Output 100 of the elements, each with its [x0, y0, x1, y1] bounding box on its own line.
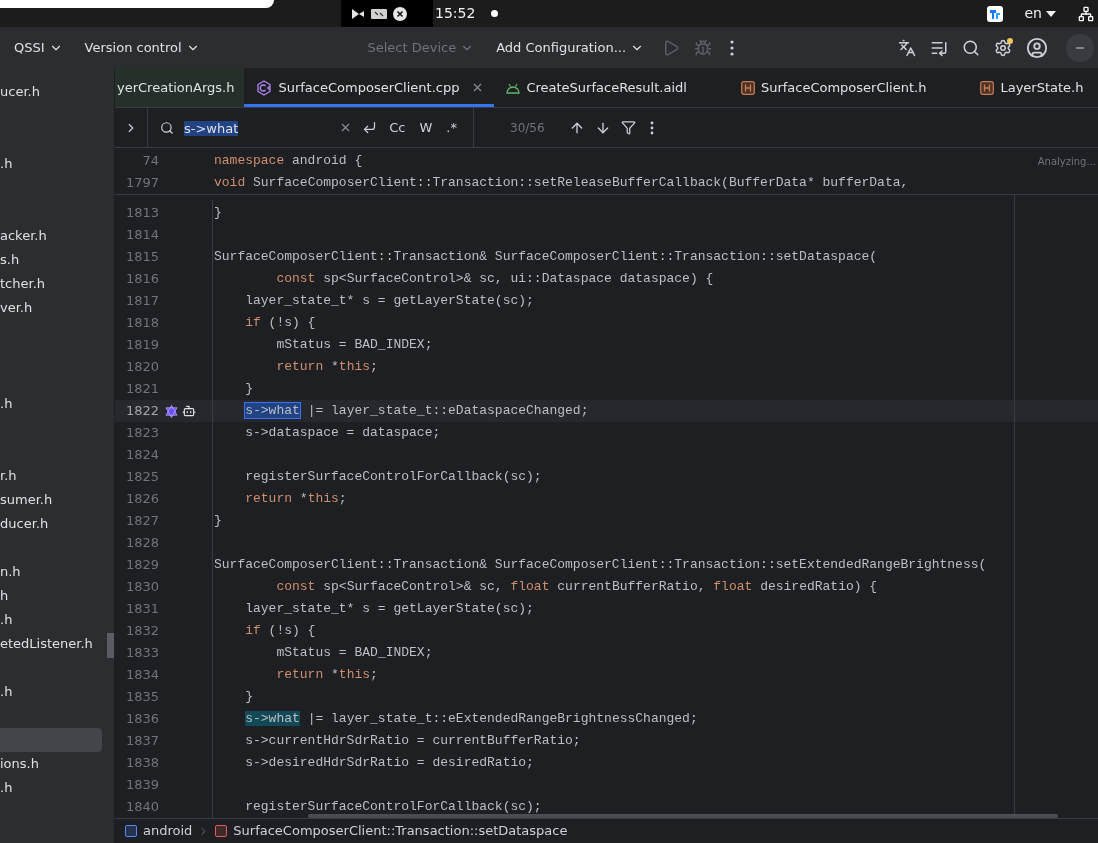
code-keyword: void — [214, 175, 246, 191]
editor-tab[interactable]: SurfaceComposerClient.cpp — [244, 68, 495, 107]
file-item[interactable]: etedListener.h — [0, 632, 93, 656]
file-item[interactable]: acker.h — [0, 224, 47, 248]
code-text: s->dataspace = dataspace; — [244, 425, 441, 441]
file-item[interactable]: sumer.h — [0, 488, 53, 512]
code-keyword: this — [307, 491, 339, 507]
code-keyword: float — [510, 579, 550, 595]
code-text: |= layer_state_t::eDataspaceChanged; — [306, 403, 589, 419]
app-icon[interactable] — [986, 5, 1003, 22]
code-text: desiredRatio) { — [759, 579, 878, 595]
star-icon[interactable] — [165, 404, 178, 418]
line-number: 1816 — [124, 270, 159, 289]
network-icon[interactable] — [1078, 5, 1094, 22]
breadcrumb-item[interactable]: SurfaceComposerClient::Transaction::setDataspace — [233, 821, 568, 841]
code-text: ; — [370, 667, 378, 683]
code-text: (!s) { — [267, 623, 316, 639]
code-text: (!s) { — [267, 315, 316, 331]
line-number: 1797 — [124, 174, 159, 193]
code-keyword: const — [275, 579, 316, 595]
file-item[interactable]: .h — [0, 152, 13, 176]
file-item[interactable]: .h — [0, 680, 13, 704]
line-number: 1834 — [124, 666, 159, 685]
file-item[interactable]: tcher.h — [0, 272, 45, 296]
code-keyword: const — [275, 271, 316, 287]
editor-tab[interactable]: CreateSurfaceResult.aidl — [494, 68, 729, 107]
line-number: 1826 — [124, 490, 159, 509]
code-text: mStatus = BAD_INDEX; — [275, 337, 433, 353]
close-icon[interactable] — [393, 6, 407, 21]
toolbar-menu[interactable]: Add Configuration... — [488, 32, 653, 63]
function-icon — [215, 825, 228, 837]
toolbar-menu[interactable]: QSSI — [6, 32, 71, 63]
newline-icon[interactable] — [362, 120, 378, 135]
code-text: SurfaceComposerClient::Transaction& SurfaceComposerClient::Transaction::setDataspace( — [214, 249, 878, 265]
file-item[interactable]: .h — [0, 608, 13, 632]
code-text: } — [214, 205, 222, 221]
code-text: } — [214, 513, 222, 529]
line-number: 1827 — [124, 512, 159, 531]
code-text: registerSurfaceControlForCallback(sc); — [244, 469, 542, 485]
line-number: 1820 — [124, 358, 159, 377]
search-icon — [160, 120, 174, 135]
file-item[interactable]: ucer.h — [0, 80, 40, 104]
line-number: 1817 — [124, 292, 159, 311]
code-text: android { — [291, 153, 363, 169]
file-item[interactable]: n.h — [0, 560, 21, 584]
horizontal-scrollbar[interactable] — [308, 814, 1058, 818]
code-text: * — [330, 667, 339, 683]
file-item[interactable]: ver.h — [0, 296, 33, 320]
code-text: SurfaceComposerClient::Transaction& SurfaceComposerClient::Transaction::setExtendedRangeBrightness( — [214, 557, 987, 573]
line-number: 1821 — [124, 380, 159, 399]
assistant-icon[interactable] — [182, 404, 196, 418]
code-keyword: this — [338, 667, 371, 683]
file-item[interactable]: h — [0, 584, 9, 608]
file-item[interactable]: r.h — [0, 464, 17, 488]
screen-icon — [371, 8, 387, 19]
file-item[interactable]: .h — [0, 776, 13, 800]
file-item[interactable]: ducer.h — [0, 512, 49, 536]
find-value: s->what — [184, 120, 239, 136]
find-option[interactable]: Cc — [387, 117, 408, 138]
more-icon — [730, 39, 735, 56]
find-option[interactable]: .* — [444, 117, 459, 138]
find-field[interactable]: s->what Cc W .* — [147, 108, 474, 147]
analysis-status: Analyzing... — [1037, 155, 1096, 169]
cpp-file-icon — [256, 79, 273, 96]
bug-icon — [694, 38, 713, 57]
line-number: 1830 — [124, 578, 159, 597]
settings-icon — [994, 38, 1012, 57]
editor-tab[interactable]: SurfaceComposerClient.h — [728, 68, 969, 107]
line-number: 1825 — [124, 468, 159, 487]
code-text: sp<SurfaceControl>& sc, — [322, 579, 504, 595]
file-item[interactable]: ions.h — [0, 752, 39, 776]
editor-tab[interactable]: LayerState.h — [968, 68, 1098, 107]
code-text: currentBufferRatio, — [556, 579, 707, 595]
line-number: 1840 — [124, 798, 159, 817]
code-keyword: return — [244, 491, 292, 507]
code-text: layer_state_t* s = getLayerState(sc); — [244, 601, 534, 617]
code-text: |= layer_state_t::eExtendedRangeBrightnessChanged; — [306, 711, 698, 727]
caret-icon — [1046, 10, 1056, 17]
language-selector[interactable]: en — [1024, 3, 1056, 24]
line-number: 1838 — [124, 754, 159, 773]
header-file-icon — [740, 80, 755, 95]
scrollbar-thumb[interactable] — [107, 633, 114, 658]
search-icon — [962, 38, 980, 57]
clock: 15:52 — [435, 4, 476, 23]
find-option[interactable]: W — [417, 117, 435, 138]
more-button[interactable] — [649, 120, 654, 135]
code-text: sp<SurfaceControl>& sc, ui::Dataspace dataspace) { — [322, 271, 714, 287]
play-icon — [662, 38, 681, 57]
file-item[interactable]: .h — [0, 392, 13, 416]
line-number: 1829 — [124, 556, 159, 575]
breadcrumb-item[interactable]: android — [143, 821, 193, 841]
line-number: 74 — [141, 152, 159, 171]
code-text: SurfaceComposerClient::Transaction::setReleaseBufferCallback(BufferData* bufferData, — [252, 175, 909, 191]
line-number: 1836 — [124, 710, 159, 729]
filter-button[interactable] — [620, 120, 636, 135]
file-item[interactable]: s.h — [0, 248, 20, 272]
code-text: } — [244, 689, 253, 705]
editor-tab[interactable]: yerCreationArgs.h — [115, 68, 245, 107]
line-number: 1839 — [124, 776, 159, 795]
toolbar-menu[interactable]: Version control — [76, 32, 208, 63]
